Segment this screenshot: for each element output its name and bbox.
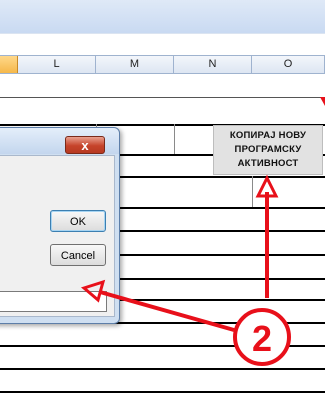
annotation-marker: 2 xyxy=(252,318,272,359)
cell-marker-icon xyxy=(320,97,325,106)
annotation-arrow-left xyxy=(99,290,235,332)
arrow-head-icon xyxy=(80,279,106,303)
annotation-overlay: 2 xyxy=(80,97,325,366)
